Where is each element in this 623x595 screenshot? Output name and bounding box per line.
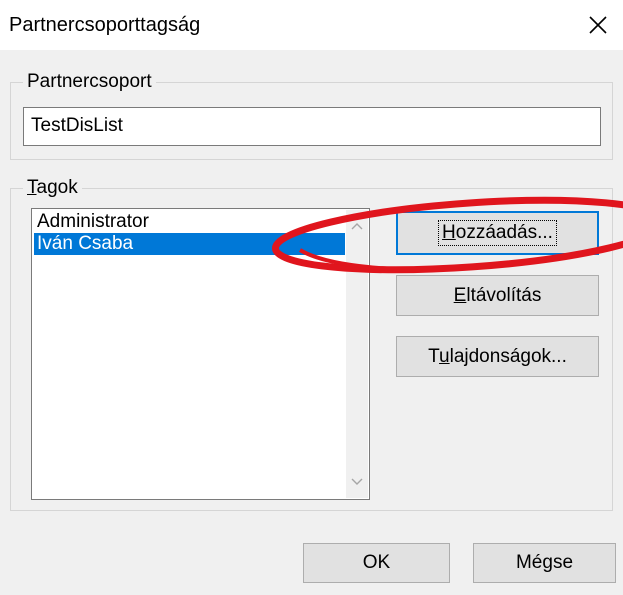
title-bar: Partnercsoporttagság: [0, 0, 623, 50]
members-group-legend: Tagok: [27, 177, 78, 198]
partner-group-field[interactable]: TestDisList: [23, 107, 601, 146]
close-icon: [589, 16, 607, 34]
ok-button[interactable]: OK: [303, 543, 450, 583]
properties-button[interactable]: Tulajdonságok...: [396, 336, 599, 377]
add-button[interactable]: Hozzáadás...: [396, 211, 599, 255]
members-list[interactable]: Administrator Iván Csaba: [31, 208, 370, 500]
scroll-up-icon[interactable]: [346, 215, 368, 237]
scroll-down-icon[interactable]: [346, 471, 368, 493]
list-scrollbar[interactable]: [346, 210, 368, 498]
dialog-body: Partnercsoport TestDisList Tagok Adminis…: [0, 50, 623, 595]
close-button[interactable]: [578, 8, 618, 42]
window-title: Partnercsoporttagság: [9, 14, 201, 36]
remove-button[interactable]: Eltávolítás: [396, 275, 599, 316]
cancel-button[interactable]: Mégse: [473, 543, 616, 583]
partner-group-legend: Partnercsoport: [27, 71, 152, 92]
list-item-administrator[interactable]: Administrator: [34, 211, 345, 233]
list-item-ivan-csaba[interactable]: Iván Csaba: [34, 233, 345, 255]
